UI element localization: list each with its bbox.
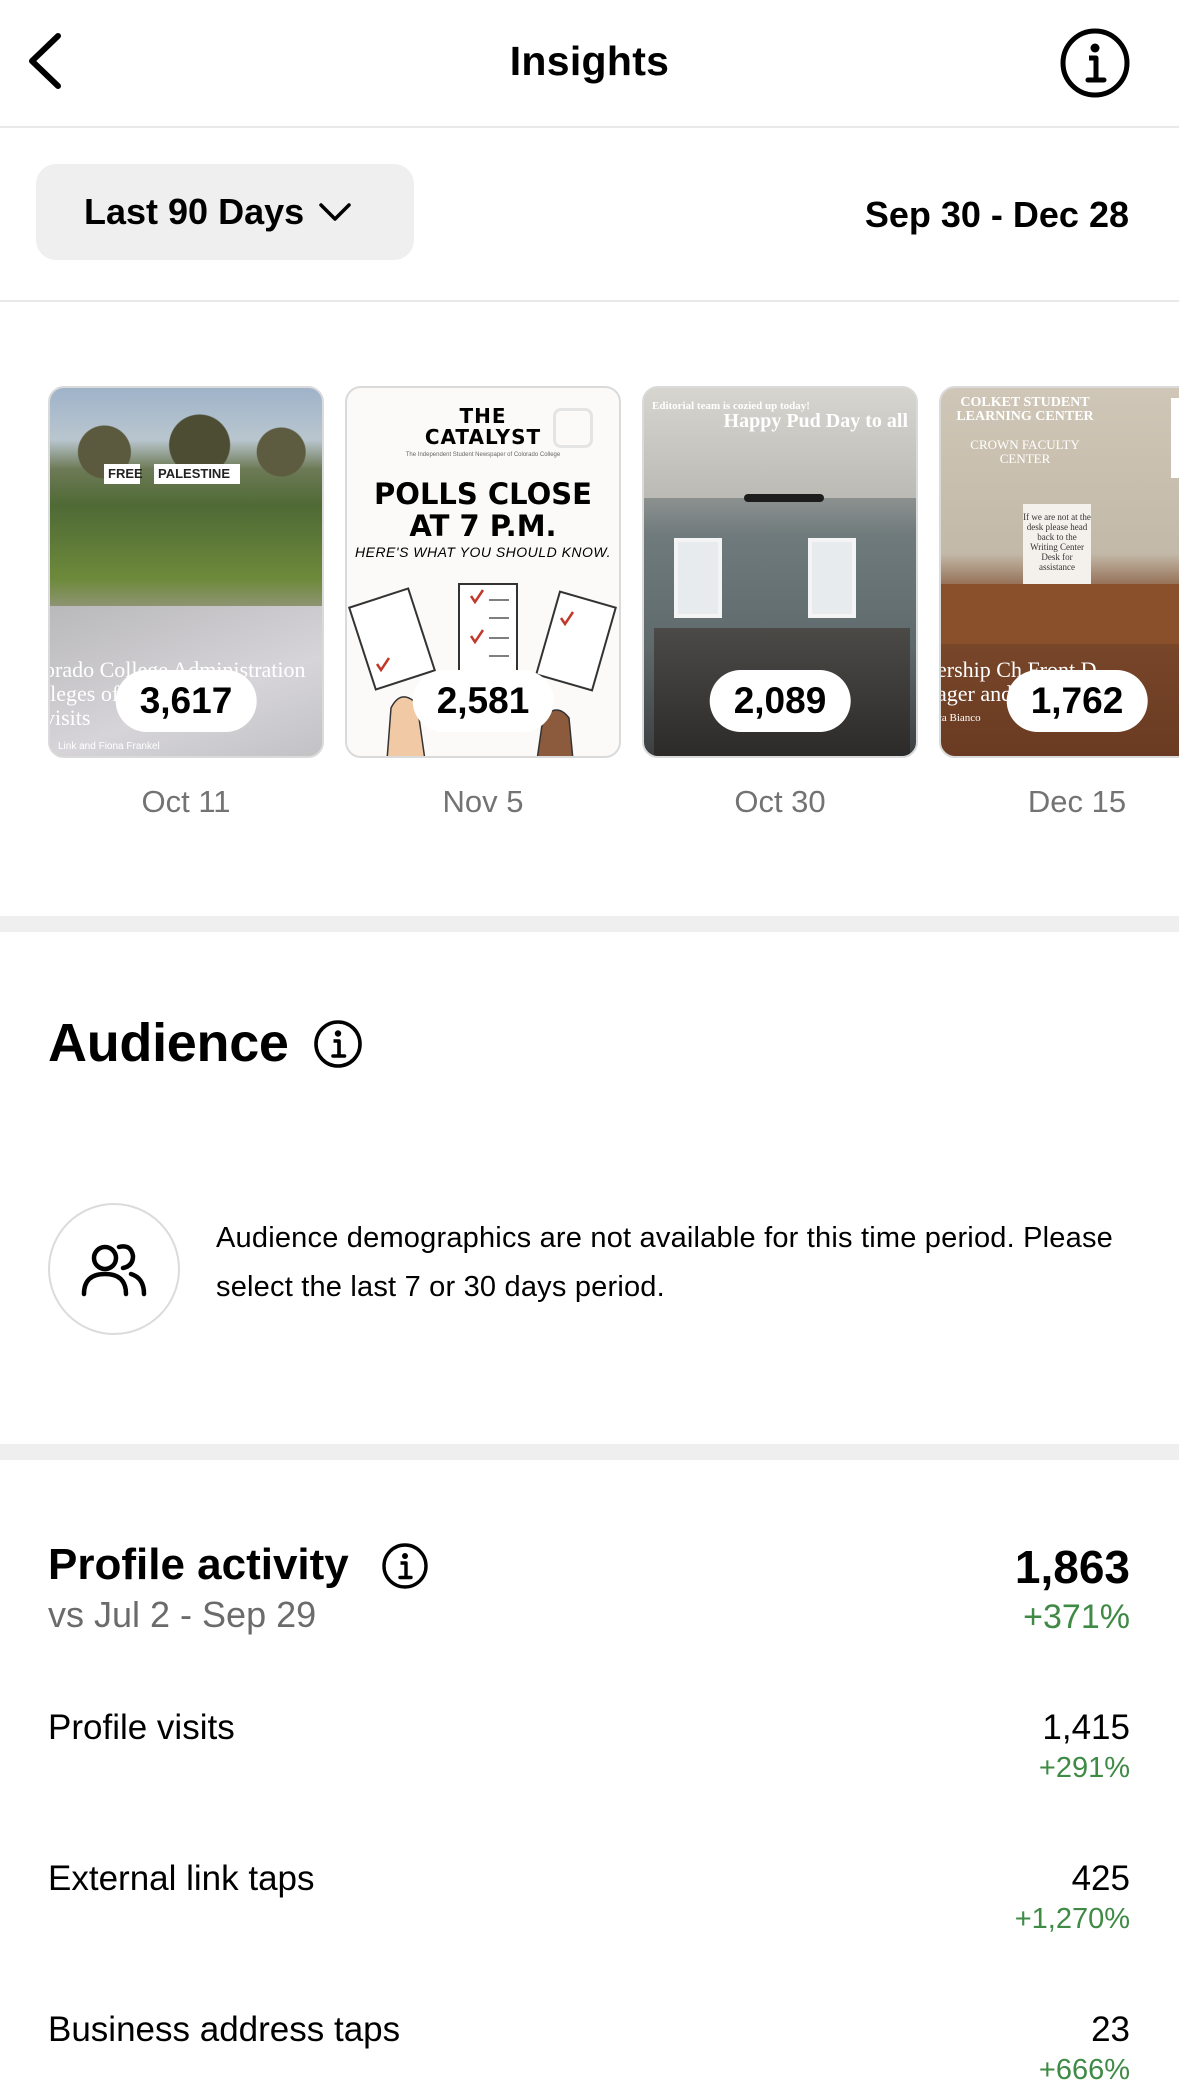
- info-button[interactable]: [1058, 26, 1132, 100]
- story-subhead: HERE'S WHAT YOU SHOULD KNOW.: [355, 544, 611, 560]
- story-thumbnail[interactable]: THE CATALYST The Independent Student New…: [345, 386, 621, 758]
- story-card[interactable]: Editorial team is cozied up today! Happy…: [642, 386, 918, 820]
- metric-label-profile-visits: Profile visits: [48, 1708, 235, 1747]
- comparison-period: vs Jul 2 - Sep 29: [48, 1594, 317, 1635]
- profile-activity-info-button[interactable]: [380, 1541, 430, 1591]
- audience-heading: Audience: [48, 1013, 289, 1073]
- window-image-detail: [674, 538, 722, 618]
- profile-activity-total: 1,863: [1014, 1541, 1130, 1593]
- metric-label-external-link-taps: External link taps: [48, 1859, 315, 1898]
- story-date: Oct 30: [734, 784, 826, 819]
- profile-activity-total-change: +371%: [1023, 1598, 1130, 1636]
- chevron-down-icon: [319, 203, 351, 221]
- metric-change-business-address-taps: +666%: [1038, 2054, 1130, 2086]
- info-circle-icon: [314, 1020, 362, 1068]
- metric-value-profile-visits: 1,415: [1042, 1708, 1130, 1747]
- date-range: Sep 30 - Dec 28: [864, 194, 1129, 235]
- story-date: Dec 15: [1027, 784, 1127, 819]
- info-circle-icon: [1060, 28, 1130, 98]
- story-date: Nov 5: [442, 784, 524, 819]
- period-dropdown[interactable]: Last 90 Days: [36, 164, 414, 260]
- story-view-count: 3,617: [115, 670, 257, 732]
- window-image-detail: [808, 538, 856, 618]
- story-card[interactable]: FREE PALESTINE orado College Administrat…: [48, 386, 324, 820]
- sign-text: FREE: [104, 464, 143, 484]
- sign-text: PALESTINE: [154, 464, 240, 484]
- section-divider: [0, 916, 1179, 932]
- story-caption-large: Happy Pud Day to all: [723, 410, 908, 432]
- story-view-count: 2,581: [412, 670, 554, 732]
- wall-image-detail: [1171, 398, 1179, 478]
- sign-text: CROWN FACULTY CENTER: [955, 438, 1095, 466]
- sign-line: COLKET STUDENT: [960, 395, 1090, 410]
- story-thumbnail[interactable]: Editorial team is cozied up today! Happy…: [642, 386, 918, 758]
- audience-icon-circle: [48, 1203, 180, 1335]
- metric-change-profile-visits: +291%: [1038, 1752, 1130, 1784]
- story-thumbnail[interactable]: FREE PALESTINE orado College Administrat…: [48, 386, 324, 758]
- sign-text: COLKET STUDENT LEARNING CENTER: [955, 396, 1095, 424]
- story-date: Oct 11: [141, 784, 231, 819]
- story-tagline: The Independent Student Newspaper of Col…: [405, 452, 561, 458]
- info-circle-icon: [382, 1543, 428, 1589]
- period-dropdown-label: Last 90 Days: [84, 191, 305, 232]
- story-view-count: 2,089: [709, 670, 851, 732]
- metric-change-external-link-taps: +1,270%: [1014, 1903, 1130, 1935]
- profile-activity-heading: Profile activity: [48, 1540, 349, 1589]
- section-divider: [0, 1444, 1179, 1460]
- top-stories-row: FREE PALESTINE orado College Administrat…: [0, 386, 1179, 846]
- photo-credit: Link and Fiona Frankel: [58, 741, 160, 752]
- ceiling-fan-image-detail: [744, 494, 824, 502]
- insights-page: Insights Last 90 Days Sep 30 - Dec 28 FR…: [0, 0, 1179, 2100]
- story-view-count: 1,762: [1006, 670, 1148, 732]
- story-card[interactable]: THE CATALYST The Independent Student New…: [345, 386, 621, 820]
- metric-value-external-link-taps: 425: [1071, 1859, 1130, 1898]
- top-bar: Insights: [0, 0, 1179, 128]
- story-thumbnail[interactable]: COLKET STUDENT LEARNING CENTER CROWN FAC…: [939, 386, 1179, 758]
- sign-line: CROWN FACULTY: [970, 437, 1080, 452]
- story-brand: THE CATALYST: [424, 404, 542, 449]
- desk-image-detail: [941, 584, 1179, 644]
- page-title: Insights: [509, 38, 670, 84]
- story-card[interactable]: COLKET STUDENT LEARNING CENTER CROWN FAC…: [939, 386, 1179, 820]
- sign-line: LEARNING CENTER: [956, 409, 1094, 424]
- audience-unavailable-message: Audience demographics are not available …: [216, 1222, 1113, 1303]
- date-filter-row: Last 90 Days Sep 30 - Dec 28: [0, 130, 1179, 302]
- metric-value-business-address-taps: 23: [1091, 2010, 1130, 2049]
- people-icon: [81, 1244, 147, 1297]
- metric-label-business-address-taps: Business address taps: [48, 2010, 401, 2049]
- sign-line: CENTER: [999, 451, 1051, 466]
- audience-info-button[interactable]: [312, 1018, 364, 1070]
- story-headline: POLLS CLOSE AT 7 P.M.: [374, 477, 592, 543]
